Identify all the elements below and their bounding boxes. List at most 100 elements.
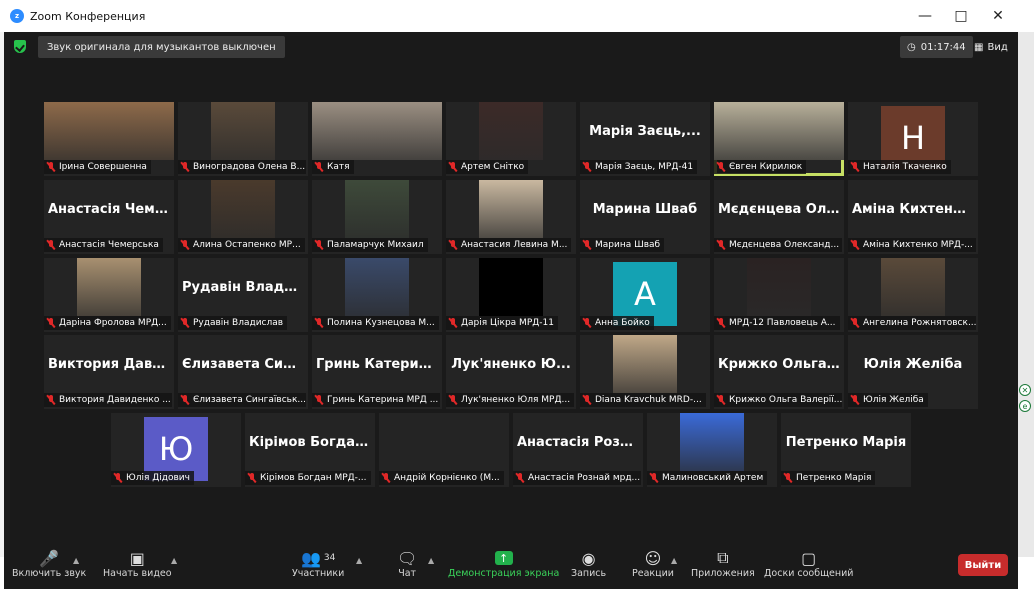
participant-tile[interactable]: Лук'яненко Ю... Лук'яненко Юля МРД... [446, 335, 576, 409]
participant-tile[interactable]: Андрій Корнієнко (М... [379, 413, 509, 487]
participant-tile[interactable]: Крижко Ольга... Крижко Ольга Валерії... [714, 335, 844, 409]
participant-tile[interactable]: Єлизавета Синг... Єлизавета Сингаївськ... [178, 335, 308, 409]
grid-view-icon: ▦ [974, 41, 984, 53]
participant-tile[interactable]: Н Наталія Ткаченко [848, 102, 978, 176]
participant-name: Марина Шваб [595, 240, 661, 250]
record-button[interactable]: ◉ Запись [571, 548, 606, 580]
participant-name: Євген Кирилюк [729, 162, 803, 172]
participant-tile[interactable]: Марія Заєць,... Марія Заєць, МРД-41 [580, 102, 710, 176]
participant-name-display: Марина Шваб [592, 202, 698, 217]
view-label: Вид [987, 41, 1008, 53]
share-screen-icon: ↑ [494, 548, 513, 568]
participant-tile[interactable]: Diana Kravchuk MRD-... [580, 335, 710, 409]
participant-tile[interactable]: Паламарчук Михаил [312, 180, 442, 254]
participant-tile[interactable]: Аміна Кихтенк... Аміна Кихтенко МРД-... [848, 180, 978, 254]
leave-button[interactable]: Выйти [958, 554, 1008, 576]
participant-name: Мєдєнцева Олександ... [729, 240, 840, 250]
apps-label: Приложения [691, 568, 755, 579]
participant-name: Паламарчук Михаил [327, 240, 424, 250]
participant-tile[interactable]: Малиновський Артем [647, 413, 777, 487]
participant-tile[interactable]: Полина Кузнецова М... [312, 258, 442, 332]
participants-options-caret[interactable]: ▲ [356, 556, 362, 565]
participant-tile[interactable]: Петренко Марія Петренко Марія [781, 413, 911, 487]
maximize-button[interactable]: □ [942, 0, 980, 32]
whiteboards-button[interactable]: ▢ Доски сообщений [764, 548, 853, 580]
mic-muted-icon [47, 395, 55, 405]
participant-name-display: Гринь Катерин... [316, 357, 442, 372]
participant-name-label: Ангелина Рожнятовск... [848, 316, 976, 330]
encryption-shield-icon[interactable] [14, 40, 26, 53]
close-circle-icon[interactable]: ✕ [1019, 384, 1031, 396]
mic-muted-icon [449, 240, 457, 250]
participant-name-label: Анастасия Левина М... [446, 238, 572, 252]
participant-name: Кірімов Богдан МРД-... [260, 473, 367, 483]
participant-name: Анастасия Левина М... [461, 240, 568, 250]
participant-video [680, 413, 744, 471]
participant-tile[interactable]: Артем Снітко [446, 102, 576, 176]
participant-name-display: Анастасія Розн... [517, 435, 643, 450]
participant-tile[interactable]: Ангелина Рожнятовск... [848, 258, 978, 332]
participant-name: Полина Кузнецова М... [327, 318, 435, 328]
participant-name: Андрій Корнієнко (М... [394, 473, 500, 483]
participant-tile[interactable]: Виноградова Олена В... [178, 102, 308, 176]
participant-name-label: Аміна Кихтенко МРД-... [848, 238, 976, 252]
participant-tile[interactable]: Дарія Цікра МРД-11 [446, 258, 576, 332]
reactions-button[interactable]: ☺ Реакции [632, 548, 674, 580]
participant-tile[interactable]: Анастасія Розн... Анастасія Рознай мрд... [513, 413, 643, 487]
edge-app-icon[interactable]: e [1019, 400, 1031, 412]
participant-name-label: Катя [312, 160, 354, 174]
view-button[interactable]: ▦ Вид [974, 36, 1008, 58]
participant-tile[interactable]: А Анна Бойко [580, 258, 710, 332]
mic-muted-icon [583, 318, 591, 328]
participant-name-label: Анастасія Чемерська [44, 238, 163, 252]
participant-tile[interactable]: Юлія Желіба Юлія Желіба [848, 335, 978, 409]
apps-button[interactable]: ⧉ Приложения [691, 548, 755, 579]
audio-options-caret[interactable]: ▲ [73, 556, 79, 565]
participant-tile[interactable]: Ю Юлія Дідович [111, 413, 241, 487]
participant-tile[interactable]: Виктория Дави... Виктория Давиденко ... [44, 335, 174, 409]
mic-muted-icon [583, 240, 591, 250]
participant-tile[interactable]: Марина Шваб Марина Шваб [580, 180, 710, 254]
participant-name: Гринь Катерина МРД ... [327, 395, 439, 405]
participant-tile[interactable]: Гринь Катерин... Гринь Катерина МРД ... [312, 335, 442, 409]
window-title: Zoom Конференция [30, 9, 146, 23]
participants-button[interactable]: 👥 34 Участники [292, 548, 344, 580]
participant-video [479, 258, 543, 316]
reactions-options-caret[interactable]: ▲ [671, 556, 677, 565]
participant-name-label: Анна Бойко [580, 316, 654, 330]
participant-tile[interactable]: Катя [312, 102, 442, 176]
right-edge-strip [1018, 32, 1034, 557]
participant-tile[interactable]: Даріна Фролова МРД... [44, 258, 174, 332]
participant-name-label: Малиновський Артем [647, 471, 768, 485]
start-video-button[interactable]: ▣ Начать видео [103, 548, 172, 580]
minimize-button[interactable]: — [906, 0, 944, 32]
video-options-caret[interactable]: ▲ [171, 556, 177, 565]
chat-options-caret[interactable]: ▲ [428, 556, 434, 565]
mic-muted-icon [717, 240, 725, 250]
participant-tile[interactable]: Ірина Совершенна [44, 102, 174, 176]
meeting-timer[interactable]: ◷ 01:17:44 [900, 36, 973, 58]
participant-name-label: Наталія Ткаченко [848, 160, 951, 174]
participant-name: Анастасія Рознай мрд... [528, 473, 641, 483]
participant-name-display: Марія Заєць,... [589, 124, 701, 139]
participant-tile[interactable]: Рудавін Владис... Рудавін Владислав [178, 258, 308, 332]
participant-name: Алина Остапенко МР... [193, 240, 301, 250]
participant-name-label: Паламарчук Михаил [312, 238, 428, 252]
participant-tile[interactable]: МРД-12 Павловець А... [714, 258, 844, 332]
share-screen-button[interactable]: ↑ Демонстрация экрана [448, 548, 559, 579]
participant-tile[interactable]: Анастасія Чеме... Анастасія Чемерська [44, 180, 174, 254]
participant-name-label: Артем Снітко [446, 160, 529, 174]
close-button[interactable]: ✕ [979, 0, 1017, 32]
mic-muted-icon [583, 395, 591, 405]
participant-name: Наталія Ткаченко [863, 162, 947, 172]
chat-button[interactable]: 🗨 Чат [397, 548, 417, 580]
participant-name: Юлія Желіба [863, 395, 924, 405]
participant-name-label: Виноградова Олена В... [178, 160, 306, 174]
participant-tile[interactable]: Анастасия Левина М... [446, 180, 576, 254]
participant-name: Рудавін Владислав [193, 318, 284, 328]
participant-tile[interactable]: Кірімов Богдан... Кірімов Богдан МРД-... [245, 413, 375, 487]
participant-tile[interactable]: Мєдєнцева Ол... Мєдєнцева Олександ... [714, 180, 844, 254]
participant-tile[interactable]: Алина Остапенко МР... [178, 180, 308, 254]
participant-name-label: Алина Остапенко МР... [178, 238, 305, 252]
participant-tile[interactable]: Євген Кирилюк [714, 102, 844, 176]
